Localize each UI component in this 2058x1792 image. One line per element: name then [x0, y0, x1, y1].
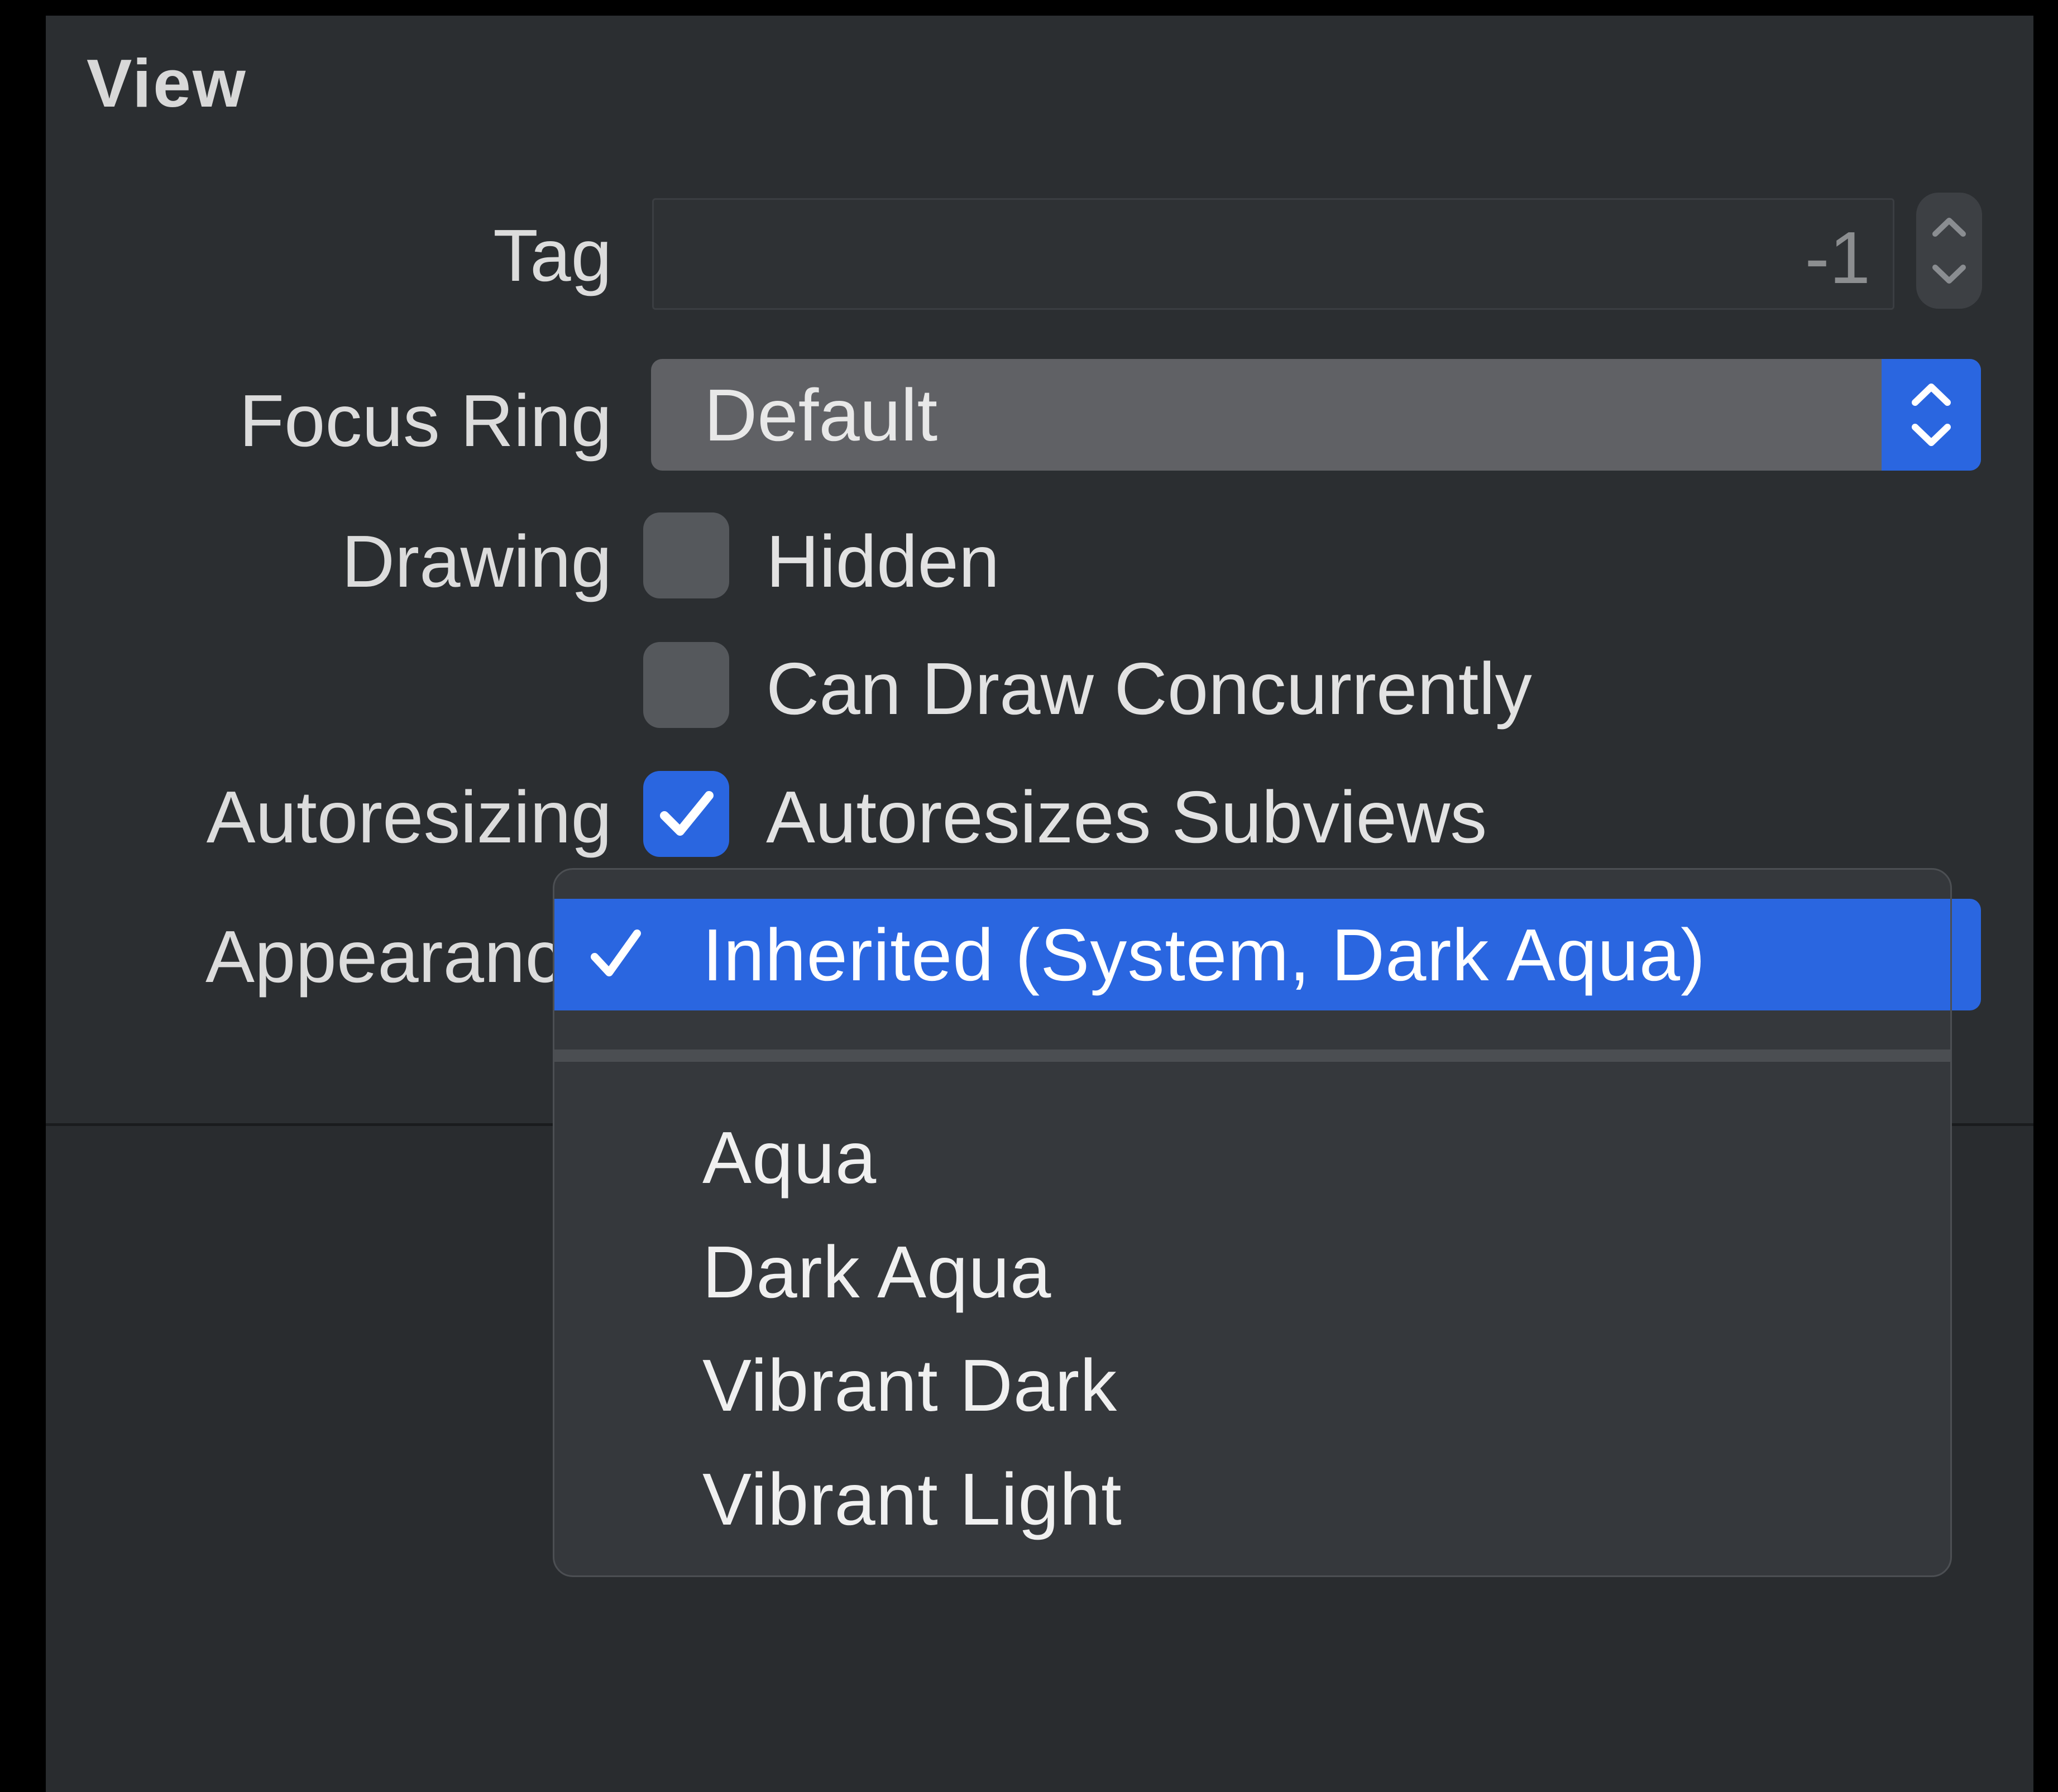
hidden-checkbox-label[interactable]: Hidden	[766, 525, 999, 598]
drawing-label: Drawing	[341, 520, 612, 602]
focus-ring-popup[interactable]: Default	[651, 359, 1981, 471]
tag-stepper[interactable]	[1916, 193, 1982, 309]
chevron-up-down-icon	[1912, 384, 1951, 446]
tag-value: -1	[1805, 217, 1870, 299]
menu-item-selected[interactable]: Inherited (System, Dark Aqua)	[554, 899, 1950, 1010]
menu-item-dark-aqua[interactable]: Dark Aqua	[702, 1235, 1051, 1309]
draw-concurrently-label[interactable]: Can Draw Concurrently	[766, 652, 1532, 726]
autoresizes-subviews-checkbox[interactable]	[643, 771, 729, 857]
tag-field[interactable]: -1	[652, 198, 1894, 310]
tag-label: Tag	[493, 214, 612, 296]
menu-item-vibrant-light[interactable]: Vibrant Light	[702, 1463, 1122, 1536]
draw-concurrently-checkbox[interactable]	[643, 642, 729, 728]
menu-separator	[554, 1050, 1950, 1062]
autoresizes-subviews-label[interactable]: Autoresizes Subviews	[766, 780, 1487, 854]
appearance-menu: Inherited (System, Dark Aqua) Aqua Dark …	[553, 868, 1952, 1577]
autoresizing-label: Autoresizing	[206, 776, 612, 858]
focus-ring-value: Default	[704, 374, 938, 456]
popup-arrows	[1882, 359, 1981, 471]
stepper-arrows-icon	[1932, 218, 1966, 284]
menu-item-aqua[interactable]: Aqua	[702, 1121, 877, 1195]
checkmark-icon	[660, 791, 714, 836]
appearance-label: Appearanc	[205, 916, 562, 998]
menu-item-label: Inherited (System, Dark Aqua)	[702, 914, 1706, 996]
menu-item-vibrant-dark[interactable]: Vibrant Dark	[702, 1349, 1117, 1422]
section-title: View	[87, 45, 247, 121]
focus-ring-label: Focus Ring	[239, 380, 612, 462]
checkmark-icon	[591, 929, 641, 976]
hidden-checkbox[interactable]	[643, 512, 729, 598]
